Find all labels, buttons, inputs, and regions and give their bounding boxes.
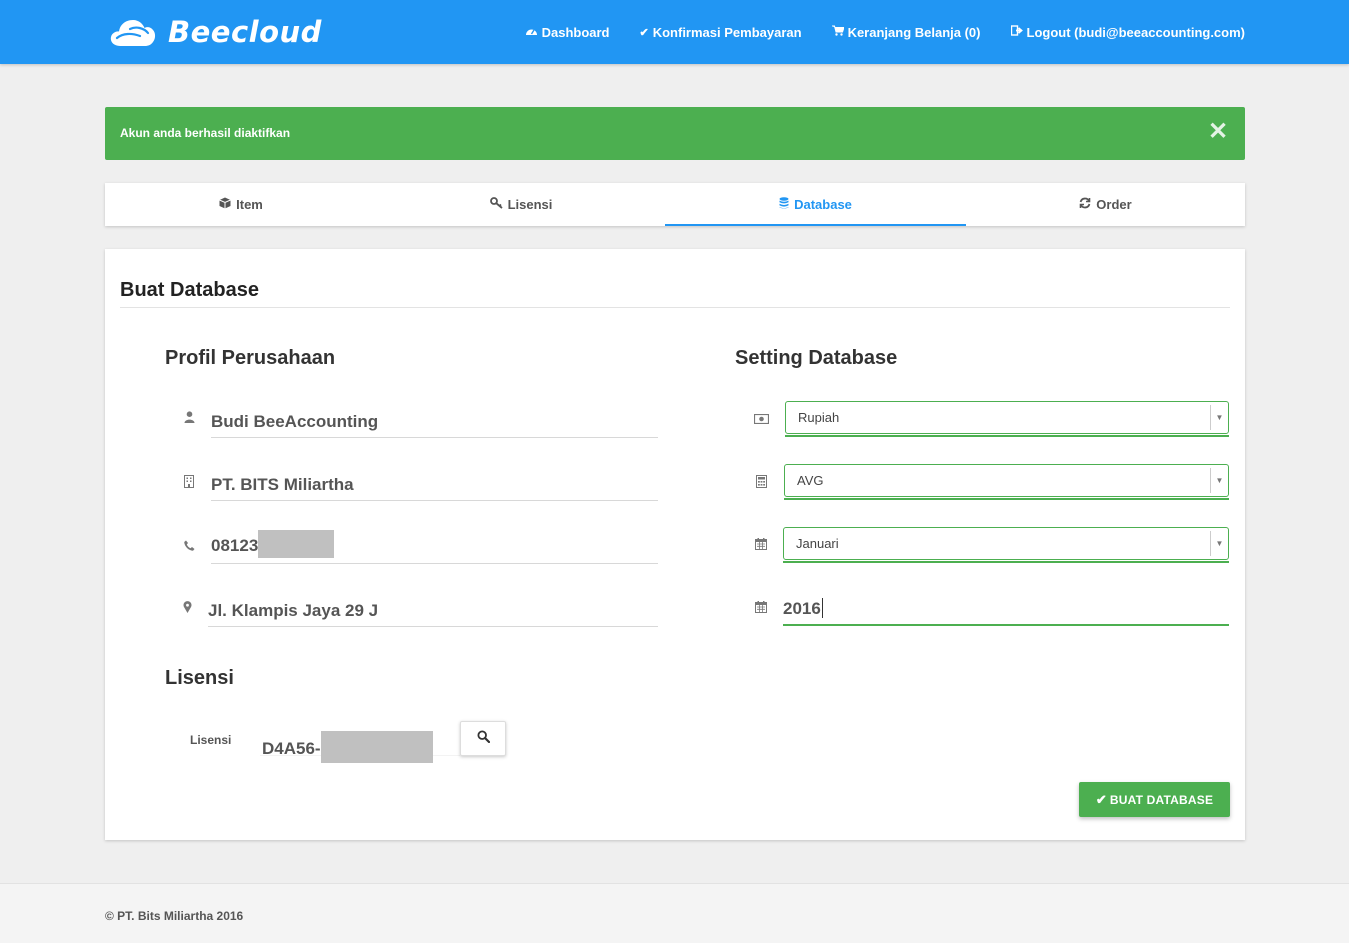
profile-heading: Profil Perusahaan: [165, 347, 336, 369]
year-input[interactable]: 2016: [783, 596, 1229, 626]
cloud-logo-icon: [110, 20, 156, 46]
nav-label: Keranjang Belanja (0): [847, 24, 981, 40]
redacted-block: [320, 731, 433, 763]
text-cursor: [821, 598, 823, 618]
chevron-down-icon: ▼: [1210, 531, 1228, 556]
calculator-icon: [753, 475, 769, 491]
money-icon: [753, 412, 769, 427]
create-database-card: Buat Database Profil Perusahaan Budi Bee…: [105, 249, 1245, 840]
user-icon: [181, 411, 197, 426]
nav-konfirmasi-pembayaran[interactable]: ✔ Konfirmasi Pembayaran: [640, 25, 802, 40]
nav-dashboard[interactable]: Dashboard: [525, 25, 610, 40]
create-database-button[interactable]: ✔ BUAT DATABASE: [1079, 782, 1230, 817]
tab-item[interactable]: Item: [105, 183, 377, 226]
currency-select[interactable]: Rupiah ▼: [785, 401, 1229, 434]
refresh-icon: [1079, 197, 1091, 212]
calendar-icon: [753, 601, 769, 616]
search-icon: [476, 729, 490, 748]
map-marker-icon: [179, 601, 195, 616]
nav-label: Konfirmasi Pembayaran: [652, 24, 802, 40]
close-icon[interactable]: ✕: [1207, 120, 1229, 144]
dashboard-icon: [525, 26, 538, 39]
check-icon: ✔: [1095, 791, 1107, 807]
select-underline: [783, 561, 1229, 563]
company-field[interactable]: PT. BITS Miliartha: [211, 471, 658, 501]
license-value: D4A56-: [262, 739, 321, 758]
name-value: Budi BeeAccounting: [211, 412, 379, 431]
method-value: AVG: [797, 473, 824, 488]
tab-order[interactable]: Order: [966, 183, 1245, 226]
tab-label: Lisensi: [507, 197, 553, 212]
alert-message: Akun anda berhasil diaktifkan: [120, 126, 291, 140]
footer: © PT. Bits Miliartha 2016: [0, 883, 1349, 943]
tab-label: Database: [794, 197, 852, 212]
company-value: PT. BITS Miliartha: [211, 475, 354, 494]
nav-logout[interactable]: Logout (budi@beeaccounting.com): [1010, 24, 1246, 40]
button-label: BUAT DATABASE: [1109, 792, 1214, 807]
year-value-wrap: 2016: [783, 598, 823, 619]
check-icon: ✔: [639, 26, 649, 39]
active-tab-indicator: [665, 224, 966, 226]
year-value: 2016: [783, 599, 821, 618]
nav-keranjang-belanja[interactable]: Keranjang Belanja (0): [831, 24, 981, 40]
tab-lisensi[interactable]: Lisensi: [377, 183, 665, 226]
phone-field[interactable]: 08123: [211, 530, 658, 564]
brand-logo[interactable]: Beecloud: [110, 14, 322, 50]
copyright-text: © PT. Bits Miliartha 2016: [105, 909, 244, 923]
address-value: Jl. Klampis Jaya 29 J: [208, 601, 379, 620]
license-value-wrap: D4A56-: [262, 731, 433, 763]
select-underline: [784, 498, 1229, 500]
database-icon: [779, 197, 789, 212]
logout-icon: [1010, 25, 1023, 39]
success-alert: Akun anda berhasil diaktifkan ✕: [105, 107, 1245, 160]
redacted-block: [258, 530, 335, 558]
top-navbar: Beecloud Dashboard ✔ Konfirmasi Pembayar…: [0, 0, 1349, 64]
nav-label: Logout (budi@beeaccounting.com): [1026, 24, 1246, 40]
chevron-down-icon: ▼: [1210, 468, 1228, 493]
calendar-icon: [753, 538, 769, 553]
tab-label: Order: [1096, 197, 1132, 212]
top-nav: Dashboard ✔ Konfirmasi Pembayaran Keranj…: [495, 0, 1245, 64]
license-heading: Lisensi: [165, 667, 234, 689]
select-underline: [785, 435, 1229, 437]
chevron-down-icon: ▼: [1210, 405, 1228, 430]
card-title: Buat Database: [120, 279, 259, 301]
name-field[interactable]: Budi BeeAccounting: [211, 408, 658, 438]
nav-label: Dashboard: [541, 24, 610, 40]
method-select[interactable]: AVG ▼: [784, 464, 1229, 497]
key-icon: [489, 197, 503, 212]
license-input[interactable]: D4A56-: [260, 722, 460, 763]
address-field[interactable]: Jl. Klampis Jaya 29 J: [208, 597, 658, 627]
brand-name: Beecloud: [168, 15, 322, 49]
month-value: Januari: [796, 536, 839, 551]
currency-value: Rupiah: [798, 410, 840, 425]
settings-heading: Setting Database: [735, 347, 898, 369]
license-search-button[interactable]: [460, 721, 506, 756]
phone-value: 08123: [211, 536, 259, 555]
tab-label: Item: [236, 197, 263, 212]
cart-icon: [831, 25, 845, 39]
building-icon: [181, 475, 197, 491]
phone-value-wrap: 08123: [211, 530, 335, 558]
divider: [120, 307, 1230, 308]
cube-icon: [219, 197, 231, 212]
tab-database[interactable]: Database: [665, 183, 966, 226]
phone-icon: [181, 539, 197, 554]
license-label: Lisensi: [190, 733, 232, 747]
month-select[interactable]: Januari ▼: [783, 527, 1229, 560]
tab-bar: Item Lisensi Database Order: [105, 183, 1245, 226]
